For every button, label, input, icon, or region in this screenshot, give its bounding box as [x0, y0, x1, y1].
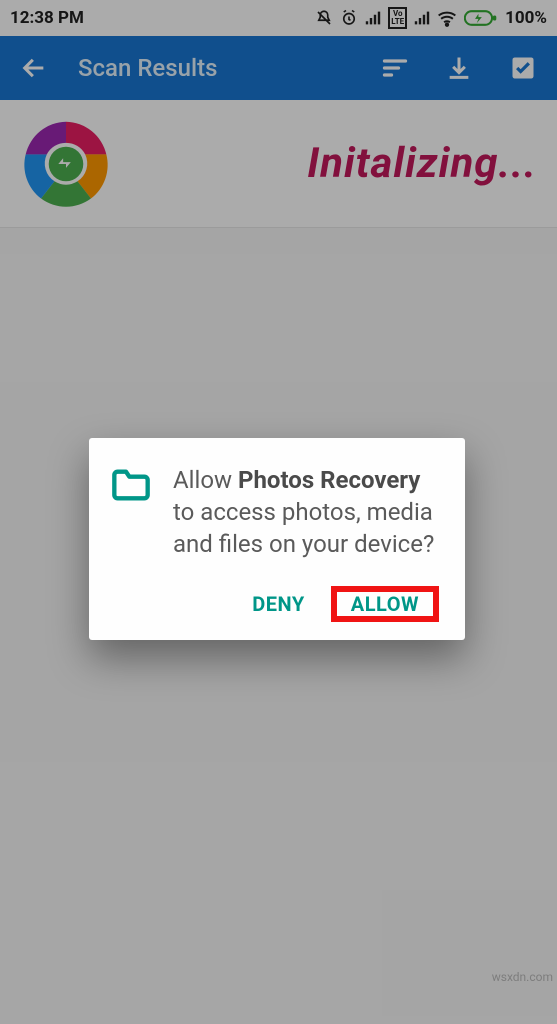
- msg-prefix: Allow: [173, 466, 238, 494]
- msg-suffix: to access photos, media and files on you…: [173, 498, 434, 558]
- deny-button[interactable]: DENY: [238, 582, 318, 626]
- permission-message: Allow Photos Recovery to access photos, …: [173, 464, 439, 560]
- allow-highlight: ALLOW: [331, 586, 439, 622]
- folder-icon: [111, 464, 151, 560]
- permission-dialog: Allow Photos Recovery to access photos, …: [89, 438, 465, 640]
- msg-app-name: Photos Recovery: [238, 466, 420, 494]
- allow-button[interactable]: ALLOW: [337, 582, 433, 626]
